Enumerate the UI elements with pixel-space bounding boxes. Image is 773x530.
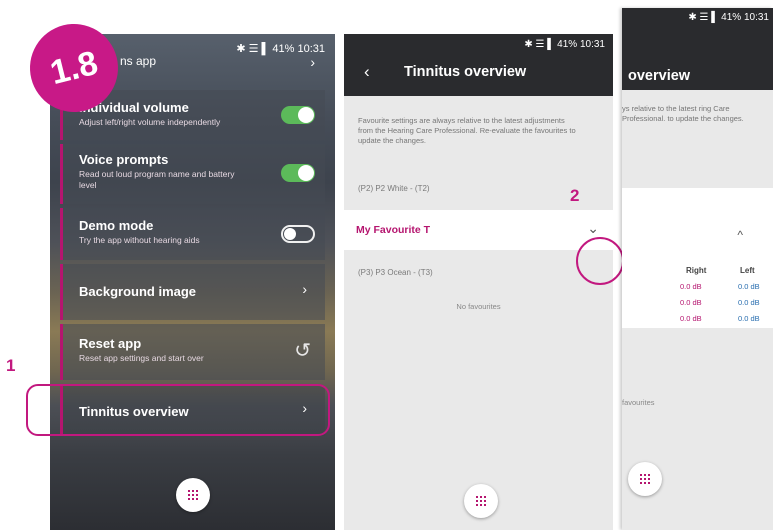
value-left: 0.0 dB	[738, 282, 760, 291]
grid-icon	[476, 496, 486, 506]
value-right: 0.0 dB	[680, 298, 702, 307]
setting-title: Background image	[79, 284, 197, 299]
grid-icon	[188, 490, 198, 500]
value-right: 0.0 dB	[680, 282, 702, 291]
voice-prompts-toggle[interactable]	[281, 164, 315, 182]
favourite-label: My Favourite T	[356, 224, 431, 236]
highlight-expand-chevron	[576, 237, 624, 285]
column-header-left: Left	[740, 266, 755, 275]
battery-level: 41%	[721, 12, 742, 23]
chevron-right-icon: ›	[310, 54, 315, 70]
setting-subtitle: Try the app without hearing aids	[79, 235, 200, 245]
program-label: (P3) P3 Ocean - (T3)	[358, 268, 433, 277]
status-icons: ✱ ☰ ▌	[688, 12, 719, 23]
value-left: 0.0 dB	[738, 298, 760, 307]
setting-title: Reset app	[79, 336, 142, 351]
demo-mode-toggle[interactable]	[281, 225, 315, 243]
menu-button[interactable]	[628, 462, 662, 496]
chevron-right-icon: ›	[302, 281, 307, 297]
settings-screen: ✱ ☰ ▌ 41% 10:31 ns app › Individual volu…	[50, 34, 335, 530]
page-title: Tinnitus overview	[404, 64, 527, 80]
favourite-row[interactable]: My Favourite T ⌄	[344, 210, 613, 250]
setting-subtitle: Adjust left/right volume independently	[79, 117, 221, 127]
chevron-down-icon[interactable]: ⌄	[587, 220, 599, 237]
step-number-2: 2	[570, 186, 580, 205]
grid-icon	[640, 474, 650, 484]
app-bar: ✱ ☰ ▌ 41% 10:31 ‹ Tinnitus overview	[344, 34, 613, 96]
program-label: (P2) P2 White - (T2)	[358, 184, 430, 193]
column-header-right: Right	[686, 266, 707, 275]
setting-title: Demo mode	[79, 218, 154, 233]
setting-background-image[interactable]: Background image ›	[60, 264, 325, 320]
status-bar: ✱ ☰ ▌ 41% 10:31	[688, 12, 769, 23]
setting-voice-prompts: Voice prompts Read out loud program name…	[60, 144, 325, 204]
no-favourites-text: favourites	[622, 398, 655, 407]
status-bar: ✱ ☰ ▌ 41% 10:31	[524, 39, 605, 50]
info-text: Favourite settings are always relative t…	[358, 116, 576, 145]
favourite-details-card: ^ Right Left 0.0 dB 0.0 dB 0.0 dB 0.0 dB…	[622, 188, 773, 328]
menu-button[interactable]	[464, 484, 498, 518]
setting-subtitle: Read out loud program name and battery l…	[79, 169, 235, 190]
clock: 10:31	[743, 12, 769, 23]
value-left: 0.0 dB	[738, 314, 760, 323]
individual-volume-toggle[interactable]	[281, 106, 315, 124]
clock: 10:31	[579, 39, 605, 50]
tinnitus-overview-screen: ✱ ☰ ▌ 41% 10:31 ‹ Tinnitus overview Favo…	[344, 34, 613, 530]
app-bar: ✱ ☰ ▌ 41% 10:31 overview	[622, 8, 773, 90]
settings-item-partial-label: ns app	[120, 54, 157, 68]
value-right: 0.0 dB	[680, 314, 702, 323]
setting-title: Voice prompts	[79, 152, 169, 167]
battery-level: 41%	[557, 39, 578, 50]
chevron-up-icon[interactable]: ^	[737, 228, 743, 242]
setting-demo-mode: Demo mode Try the app without hearing ai…	[60, 208, 325, 260]
setting-reset-app[interactable]: Reset app Reset app settings and start o…	[60, 324, 325, 380]
reset-icon: ↺	[294, 340, 311, 362]
highlight-tinnitus-overview	[26, 384, 330, 436]
no-favourites-text: No favourites	[456, 302, 501, 311]
page-title: overview	[628, 68, 691, 84]
status-icons: ✱ ☰ ▌	[524, 39, 555, 50]
tinnitus-overview-expanded-screen: ✱ ☰ ▌ 41% 10:31 overview ys relative to …	[622, 8, 773, 530]
setting-subtitle: Reset app settings and start over	[79, 353, 204, 363]
back-arrow-icon[interactable]: ‹	[364, 62, 370, 82]
info-text: ys relative to the latest ring Care Prof…	[622, 104, 744, 123]
step-number-1: 1	[6, 356, 16, 375]
menu-button[interactable]	[176, 478, 210, 512]
